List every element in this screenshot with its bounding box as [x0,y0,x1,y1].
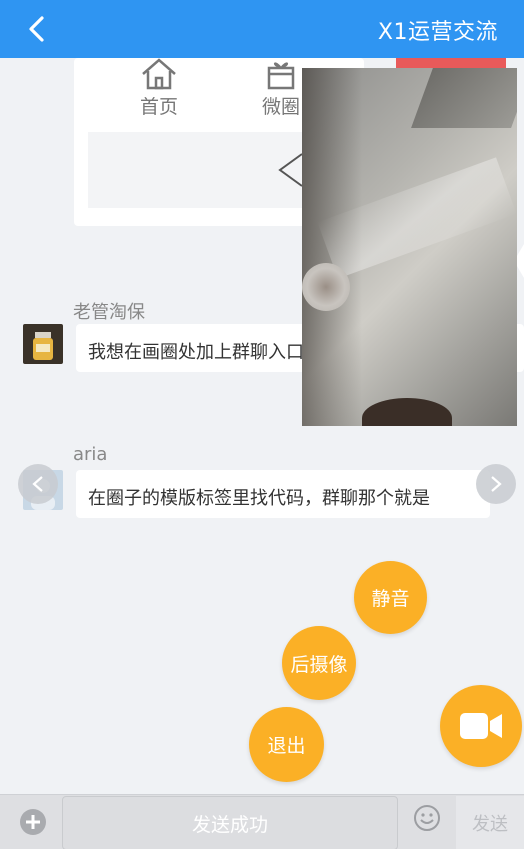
chevron-left-icon [29,16,44,42]
page-title: X1运营交流 [377,20,498,45]
video-call-button[interactable] [440,685,522,767]
card-nav-home: 首页 [124,58,194,119]
toast-message: 发送成功 [191,813,268,836]
home-icon [142,58,176,90]
top-bar: X1运营交流 [0,0,524,58]
card-nav-circle-label: 微圈 [261,96,300,118]
next-arrow-button[interactable] [476,464,516,504]
sender-name: aria [73,444,108,465]
exit-call-button[interactable]: 退出 [249,707,324,782]
back-button[interactable] [18,10,56,48]
bottle-avatar [23,324,63,364]
avatar[interactable] [23,324,63,364]
send-button[interactable]: 发送 [456,796,524,849]
mute-button[interactable]: 静音 [354,561,427,634]
emoji-icon[interactable] [412,803,442,833]
input-bar: 发送成功 发送 [0,794,524,849]
gift-icon [267,62,295,90]
video-camera-icon [460,713,502,739]
sender-name: 老管淘保 [73,302,145,323]
prev-arrow-button[interactable] [18,464,58,504]
message-bubble[interactable]: 在圈子的模版标签里找代码，群聊那个就是 [76,470,490,518]
camera-preview[interactable] [302,68,517,426]
rear-camera-button[interactable]: 后摄像 [282,626,356,700]
plus-icon[interactable] [18,807,48,837]
message-input[interactable]: 发送成功 [62,796,398,849]
card-nav-home-label: 首页 [139,96,178,118]
chevron-left-icon [32,476,43,492]
chevron-right-icon [491,476,502,492]
